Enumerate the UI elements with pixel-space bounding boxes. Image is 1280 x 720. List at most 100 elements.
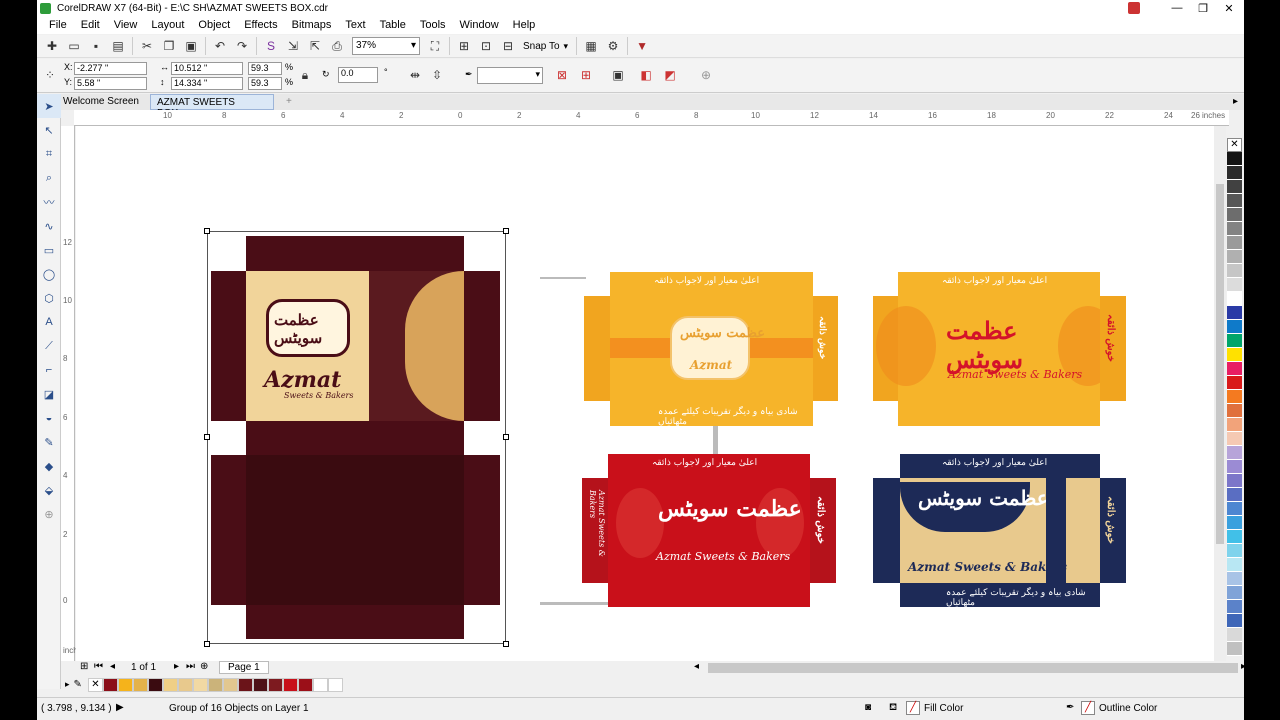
tab-azmat-sweets-box[interactable]: AZMAT SWEETS BOX.c...	[150, 94, 274, 119]
color-swatch[interactable]	[1227, 348, 1242, 362]
menu-tools[interactable]: Tools	[413, 19, 453, 31]
color-swatch[interactable]	[1227, 516, 1242, 530]
color-swatch[interactable]	[1227, 488, 1242, 502]
minimize-button[interactable]: —	[1164, 2, 1190, 14]
eyedropper-tool-icon[interactable]: ✎	[37, 430, 61, 454]
ungroup-icon[interactable]: ⊠	[551, 65, 573, 85]
crop-tool-icon[interactable]: ⌗	[37, 142, 61, 166]
orange-box-front-panel[interactable]: عظمت سویٹس Azmat	[610, 296, 813, 401]
color-swatch[interactable]	[1227, 586, 1242, 600]
menu-object[interactable]: Object	[191, 19, 237, 31]
orange-box-bottom-flap[interactable]: شادی بیاہ و دیگر تقریبات کیلئے عمدہ مٹھا…	[610, 401, 813, 427]
save-icon[interactable]: ▪	[85, 36, 107, 56]
fill-color-label[interactable]: Fill Color	[924, 703, 963, 714]
color-swatch[interactable]	[1227, 194, 1242, 208]
color-swatch[interactable]	[1227, 502, 1242, 516]
selection-handle[interactable]	[204, 228, 210, 234]
selection-handle[interactable]	[503, 228, 509, 234]
color-swatch[interactable]	[1227, 166, 1242, 180]
interactive-fill-icon[interactable]: ◆	[37, 454, 61, 478]
menu-effects[interactable]: Effects	[237, 19, 284, 31]
user-icon[interactable]	[1128, 2, 1140, 14]
document-color-swatch[interactable]	[177, 677, 193, 692]
first-page-icon[interactable]: ⏮	[94, 661, 103, 672]
menu-table[interactable]: Table	[373, 19, 413, 31]
redo-icon[interactable]: ↷	[231, 36, 253, 56]
color-swatch[interactable]	[1227, 208, 1242, 222]
orange-box-top-flap[interactable]: اعلیٰ معیار اور لاجواب ذائقہ	[610, 272, 813, 296]
trim-icon[interactable]: ◧	[635, 65, 657, 85]
color-swatch[interactable]	[1227, 250, 1242, 264]
color-swatch[interactable]	[1227, 628, 1242, 642]
palette-menu-icon[interactable]: ▸	[65, 679, 70, 690]
vertical-scroll-thumb[interactable]	[1216, 184, 1224, 544]
color-swatch[interactable]	[1227, 278, 1242, 292]
page-options-icon[interactable]: ⊞	[80, 661, 88, 672]
orange-box-right-flap[interactable]: خوش ذائقہ	[813, 296, 838, 401]
document-color-swatch[interactable]	[102, 677, 118, 692]
chevron-right-icon[interactable]: ▸	[1227, 94, 1244, 110]
scroll-right-icon[interactable]: ▸	[1241, 661, 1244, 672]
mirror-vertical-icon[interactable]: ⇳	[426, 65, 448, 85]
artistic-media-icon[interactable]: ∿	[37, 214, 61, 238]
application-launcher-icon[interactable]: ▼	[631, 36, 653, 56]
copy-icon[interactable]: ❐	[158, 36, 180, 56]
menu-edit[interactable]: Edit	[74, 19, 107, 31]
document-color-swatch[interactable]	[237, 677, 253, 692]
text-tool-icon[interactable]: A	[37, 310, 61, 334]
color-swatch[interactable]	[1227, 642, 1242, 656]
document-color-swatch[interactable]	[327, 677, 343, 692]
paste-icon[interactable]: ▣	[180, 36, 202, 56]
smart-fill-icon[interactable]: ⬙	[37, 478, 61, 502]
zoom-level-select[interactable]: 37% ▾	[352, 37, 420, 55]
menu-text[interactable]: Text	[338, 19, 372, 31]
horizontal-ruler[interactable]: 10 8 6 4 2 0 2 4 6 8 10 12 14 16 18 20 2…	[74, 110, 1229, 126]
color-swatch[interactable]	[1227, 460, 1242, 474]
color-swatch[interactable]	[1227, 222, 1242, 236]
tab-page-1[interactable]: Page 1	[219, 661, 269, 674]
scale-height-field[interactable]: 59.3	[248, 77, 282, 90]
color-swatch[interactable]	[1227, 292, 1242, 306]
color-swatch[interactable]	[1227, 530, 1242, 544]
publish-pdf-icon[interactable]: ⎙	[326, 36, 348, 56]
add-icon[interactable]: ⊕	[695, 65, 717, 85]
x-position-field[interactable]: -2.277 "	[74, 62, 147, 75]
red-box-right-flap[interactable]: خوش ذائقہ	[810, 478, 836, 583]
menu-window[interactable]: Window	[453, 19, 506, 31]
navy-box-front-panel[interactable]: عظمت سویٹس Azmat Sweets & Bakers	[900, 478, 1100, 583]
horizontal-scroll-thumb[interactable]	[708, 663, 1238, 673]
last-page-icon[interactable]: ⏭	[186, 661, 195, 672]
undo-icon[interactable]: ↶	[209, 36, 231, 56]
cut-icon[interactable]: ✂	[136, 36, 158, 56]
selection-handle[interactable]	[503, 641, 509, 647]
no-color-swatch[interactable]: ✕	[87, 677, 103, 692]
show-grid-icon[interactable]: ⊡	[475, 36, 497, 56]
search-content-icon[interactable]: S	[260, 36, 282, 56]
snap-to-dropdown[interactable]: Snap To	[523, 41, 560, 52]
document-color-swatch[interactable]	[162, 677, 178, 692]
vertical-scrollbar[interactable]	[1214, 126, 1226, 661]
document-color-swatch[interactable]	[147, 677, 163, 692]
ellipse-tool-icon[interactable]: ◯	[37, 262, 61, 286]
color-swatch[interactable]	[1227, 152, 1242, 166]
drop-shadow-icon[interactable]: ◪	[37, 382, 61, 406]
navy-box-top-flap[interactable]: اعلیٰ معیار اور لاجواب ذائقہ	[900, 454, 1100, 478]
color-proof-icon[interactable]: ◙	[865, 702, 871, 713]
color-swatch[interactable]	[1227, 180, 1242, 194]
connector-tool-icon[interactable]: ⌐	[37, 358, 61, 382]
lock-ratio-icon[interactable]: 🔒︎	[294, 65, 316, 85]
show-rulers-icon[interactable]: ⊞	[453, 36, 475, 56]
show-guidelines-icon[interactable]: ⊟	[497, 36, 519, 56]
add-page-icon[interactable]: ⊕	[200, 661, 208, 672]
export-icon[interactable]: ⇱	[304, 36, 326, 56]
orange-red-box-right-flap[interactable]: خوش ذائقہ	[1100, 296, 1126, 401]
zoom-tool-icon[interactable]: ⌕	[37, 166, 61, 190]
color-swatch[interactable]	[1227, 614, 1242, 628]
menu-layout[interactable]: Layout	[144, 19, 191, 31]
import-icon[interactable]: ⇲	[282, 36, 304, 56]
document-color-swatch[interactable]	[312, 677, 328, 692]
red-box-front-panel[interactable]: عظمت سویٹس Azmat Sweets & Bakers	[608, 478, 810, 583]
freehand-tool-icon[interactable]: 〰	[37, 190, 61, 214]
restore-button[interactable]: ❐	[1190, 2, 1216, 15]
width-field[interactable]: 10.512 "	[171, 62, 243, 75]
